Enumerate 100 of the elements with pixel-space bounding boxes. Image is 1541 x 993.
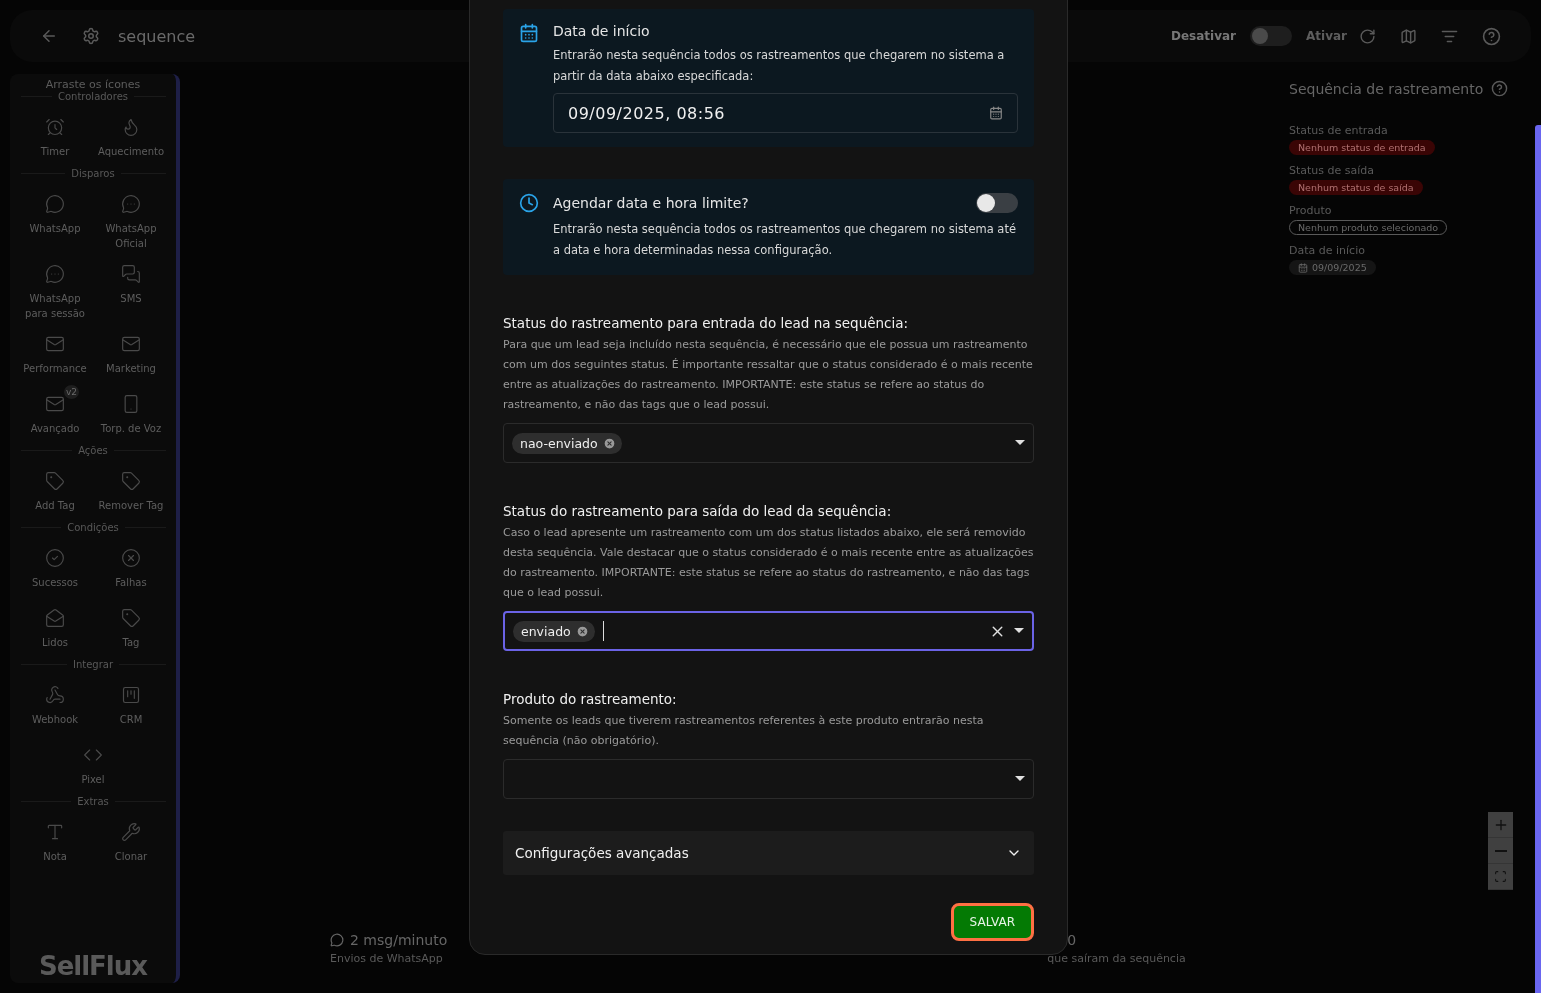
sidebar-item[interactable]: SMS [93, 255, 169, 321]
sidebar-item[interactable]: Nota [17, 813, 93, 869]
section-title: Status do rastreamento para saída do lead da sequência: [503, 503, 893, 519]
section-title: Controladores [58, 91, 128, 102]
calendar-icon [519, 23, 539, 43]
sidebar-item[interactable]: WhatsApp Oficial [93, 185, 169, 251]
clock-icon [519, 193, 539, 213]
field-label: Produto [1289, 204, 1333, 217]
sidebar-item[interactable]: Torp. de Voz [93, 385, 169, 441]
open-envelope-icon [45, 608, 65, 628]
sidebar-item[interactable]: WhatsApp para sessão [17, 255, 93, 321]
chat-bubble-icon [330, 933, 344, 947]
help-icon[interactable] [1491, 80, 1509, 97]
panel-title: Sequência de rastreamento [1289, 80, 1484, 97]
field-value-tag: Nenhum status de saída [1289, 180, 1423, 195]
sidebar-item[interactable]: Remover Tag [93, 462, 169, 518]
chat-bubble-icon [45, 264, 65, 284]
select-field[interactable]: enviado [503, 611, 1034, 651]
select-field[interactable]: nao-enviado [503, 423, 1034, 463]
sidebar-item[interactable]: Sucessos [17, 539, 93, 595]
deactivate-label: Desativar [1171, 29, 1236, 43]
calendar-icon [1298, 262, 1308, 273]
sidebar-item[interactable]: Timer [17, 108, 93, 164]
minus-icon [1494, 849, 1507, 852]
map-icon [1400, 27, 1417, 45]
webhook-icon [45, 685, 65, 705]
help-icon [1482, 26, 1501, 46]
version-badge: v2 [63, 385, 79, 399]
wrench-icon [121, 822, 141, 842]
select-field[interactable] [503, 759, 1034, 799]
sidebar-item[interactable]: Aquecimento [93, 108, 169, 164]
advanced-settings-accordion[interactable]: Configurações avançadas [503, 831, 1034, 875]
deadline-toggle[interactable] [976, 193, 1018, 213]
sidebar-item[interactable]: Marketing [93, 325, 169, 381]
alarm-clock-icon [45, 117, 65, 137]
tag-icon [121, 471, 141, 491]
section-title: Disparos [71, 168, 115, 179]
tag-icon [121, 608, 141, 628]
activate-label: Ativar [1306, 29, 1347, 43]
scrollbar[interactable] [1535, 125, 1541, 993]
date-time-field[interactable]: 09/09/2025, 08:56 [553, 93, 1018, 133]
dropdown-caret-icon[interactable] [1015, 440, 1025, 446]
sidebar-item[interactable]: v2 Avançado [17, 385, 93, 441]
save-button[interactable]: SALVAR [950, 903, 1034, 941]
sidebar-hint: Arraste os ícones [45, 78, 141, 91]
brand-logo: SellFlux [38, 951, 148, 981]
sidebar-item[interactable]: WhatsApp [17, 185, 93, 251]
refresh-icon [1359, 27, 1376, 45]
dropdown-caret-icon[interactable] [1014, 628, 1024, 634]
section-title: Produto do rastreamento: [503, 691, 678, 707]
tag-icon [45, 471, 65, 491]
active-switch[interactable] [1250, 26, 1292, 46]
envelope-icon [121, 334, 141, 354]
text-cursor [602, 621, 604, 641]
sidebar-item[interactable]: Performance [17, 325, 93, 381]
sidebar-item[interactable]: Tag [93, 599, 169, 655]
sidebar-item[interactable]: Lidos [17, 599, 93, 655]
sidebar-item[interactable]: CRM [93, 676, 169, 732]
field-label: Data de início [1289, 244, 1366, 257]
calendar-icon[interactable] [989, 106, 1003, 120]
section-title: Extras [77, 796, 109, 807]
envelope-icon [45, 334, 65, 354]
sidebar-item[interactable]: Pixel [17, 736, 169, 792]
stat-label: Envios de WhatsApp [330, 952, 444, 965]
sidebar-item[interactable]: Add Tag [17, 462, 93, 518]
section-title: Status do rastreamento para entrada do lead na sequência: [503, 315, 910, 331]
field-value-tag: 09/09/2025 [1289, 260, 1376, 275]
text-icon [45, 822, 65, 842]
field-value-tag: Nenhum status de entrada [1289, 140, 1435, 155]
section-description: Caso o lead apresente um rastreamento com um dos status listados abaixo, ele será removido desta sequência. Vale destacar que o status considerado é o mais recente entre as atualizações do rastreamento. IMPORTANTE: este status se refere ao status do rastreamento, e não das tags que o lead possui. [503, 525, 1034, 601]
section-title: Ações [78, 445, 108, 456]
board-icon [121, 685, 141, 705]
card-title: Agendar data e hora limite? [553, 195, 749, 211]
field-label: Status de saída [1289, 164, 1376, 177]
sidebar-item[interactable]: Falhas [93, 539, 169, 595]
remove-icon[interactable] [602, 436, 616, 450]
remove-icon[interactable] [575, 624, 589, 638]
chat-bubble-icon [121, 194, 141, 214]
section-title: Integrar [72, 659, 114, 670]
settings-icon [82, 27, 100, 45]
dropdown-caret-icon[interactable] [1015, 776, 1025, 782]
section-title: Condições [67, 522, 119, 533]
sidebar-item[interactable]: Webhook [17, 676, 93, 732]
status-chip[interactable]: enviado [513, 620, 595, 642]
status-chip[interactable]: nao-enviado [512, 432, 622, 454]
field-label: Status de entrada [1289, 124, 1389, 137]
card-title: Data de início [553, 23, 651, 39]
sequence-title: sequence [118, 26, 196, 46]
chat-bubble-icon [45, 194, 65, 214]
card-description: Entrarão nesta sequência todos os rastreamentos que chegarem no sistema até a data e hora determinadas nessa configuração. [553, 221, 1017, 259]
chat-bubbles-icon [121, 264, 141, 284]
envelope-icon [45, 394, 65, 414]
section-description: Somente os leads que tiverem rastreamentos referentes à este produto entrarão nesta sequência (não obrigatório). [503, 713, 985, 749]
card-description: Entrarão nesta sequência todos os rastreamentos que chegarem no sistema a partir da data abaixo especificada: [553, 47, 1006, 85]
stat-value: 2 msg/minuto [330, 932, 448, 948]
sidebar-item[interactable]: Clonar [93, 813, 169, 869]
section-description: Para que um lead seja incluído nesta sequência, é necessário que ele possua um rastreamento com um dos seguintes status. É importante ressaltar que o status considerado é o mais recente entre as atualizações do rastreamento. IMPORTANTE: este status se refere ao status do rastreamento, e não das tags que o lead possui. [503, 337, 1034, 413]
x-circle-icon [121, 548, 141, 568]
check-circle-icon [45, 548, 65, 568]
stat-label: que saíram da sequência [1047, 952, 1186, 965]
